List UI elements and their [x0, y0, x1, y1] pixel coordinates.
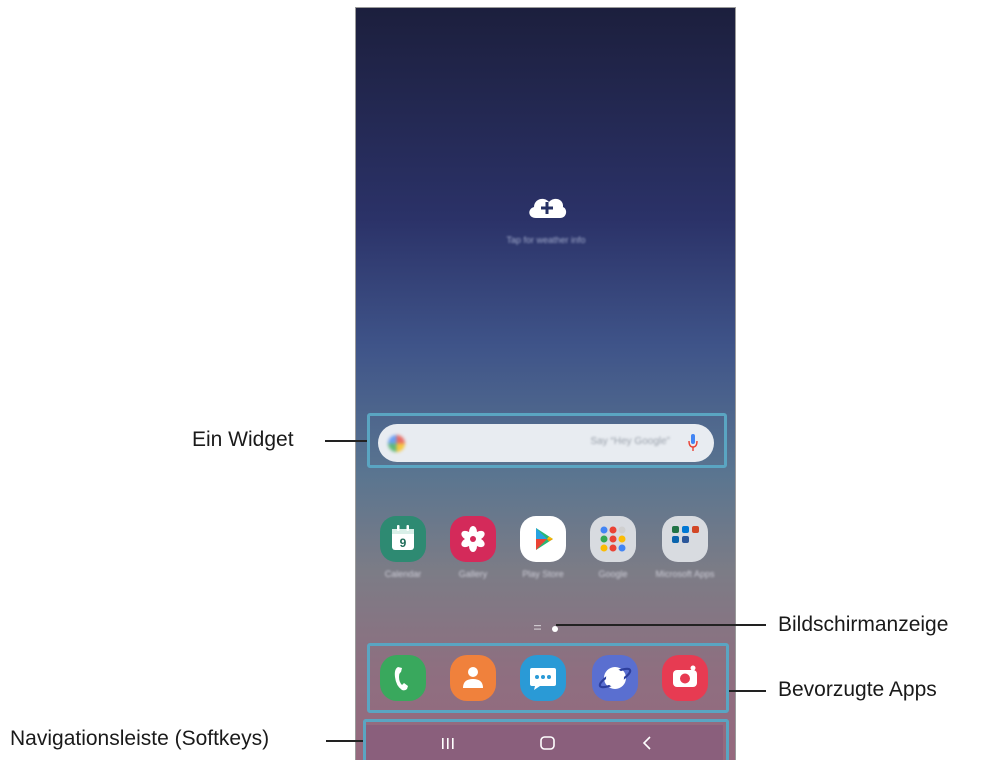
google-folder-icon[interactable] — [590, 516, 636, 562]
folder-icon — [672, 526, 699, 543]
play-store-icon — [536, 528, 553, 550]
calendar-icon: 9 — [392, 525, 414, 550]
cloud-plus-icon[interactable] — [526, 194, 568, 220]
callout-line-favorite-apps — [729, 690, 766, 692]
gallery-flower-icon — [461, 526, 485, 552]
callout-line-navigation-bar — [326, 740, 363, 742]
play-store-app-icon[interactable] — [520, 516, 566, 562]
weather-widget-text[interactable]: Tap for weather info — [456, 235, 636, 245]
app-label-calendar: Calendar — [384, 569, 422, 579]
app-label-play-store: Play Store — [522, 569, 564, 579]
page-list-icon[interactable] — [534, 625, 541, 630]
calendar-app-icon[interactable]: 9 — [380, 516, 426, 562]
callout-line-page-indicator — [556, 624, 766, 626]
app-label-google: Google — [598, 569, 628, 579]
app-label-gallery: Gallery — [458, 569, 488, 579]
callout-navigation-bar: Navigationsleiste (Softkeys) — [10, 727, 270, 750]
navigation-bar-highlight — [363, 719, 729, 760]
gallery-app-icon[interactable] — [450, 516, 496, 562]
app-label-microsoft-apps: Microsoft Apps — [655, 569, 715, 579]
callout-line-widget — [325, 440, 367, 442]
folder-icon — [600, 526, 626, 552]
microsoft-folder-icon[interactable] — [662, 516, 708, 562]
calendar-badge: 9 — [400, 536, 407, 550]
callout-page-indicator: Bildschirmanzeige — [778, 613, 949, 636]
favorite-apps-highlight — [367, 643, 729, 713]
callout-widget: Ein Widget — [192, 428, 294, 451]
home-page-dot-icon[interactable] — [552, 626, 558, 632]
callout-favorite-apps: Bevorzugte Apps — [778, 678, 937, 701]
widget-highlight — [367, 413, 727, 468]
